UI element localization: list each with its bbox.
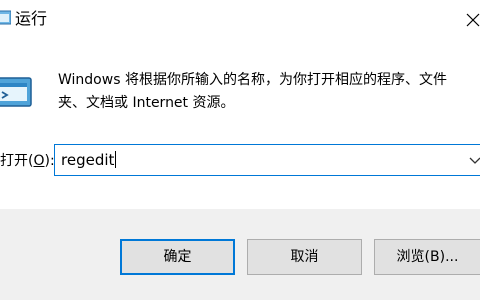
browse-button[interactable]: 浏览(B)... xyxy=(374,239,480,275)
open-label: 打开(O): xyxy=(0,153,55,169)
chevron-down-icon[interactable] xyxy=(468,153,480,167)
title-bar[interactable]: 运行 xyxy=(0,0,480,39)
open-combobox[interactable]: regedit xyxy=(54,144,480,176)
window-title: 运行 xyxy=(15,9,48,28)
text-caret xyxy=(115,151,117,168)
dialog-content xyxy=(0,39,480,209)
ok-button[interactable]: 确定 xyxy=(120,239,235,275)
close-icon[interactable] xyxy=(463,9,480,29)
description-text: Windows 将根据你所输入的名称，为你打开相应的程序、文件夹、文档或 Int… xyxy=(58,72,447,111)
run-program-icon xyxy=(0,77,32,107)
cancel-button[interactable]: 取消 xyxy=(247,239,362,275)
run-icon xyxy=(0,10,11,25)
open-input[interactable]: regedit xyxy=(61,151,117,169)
